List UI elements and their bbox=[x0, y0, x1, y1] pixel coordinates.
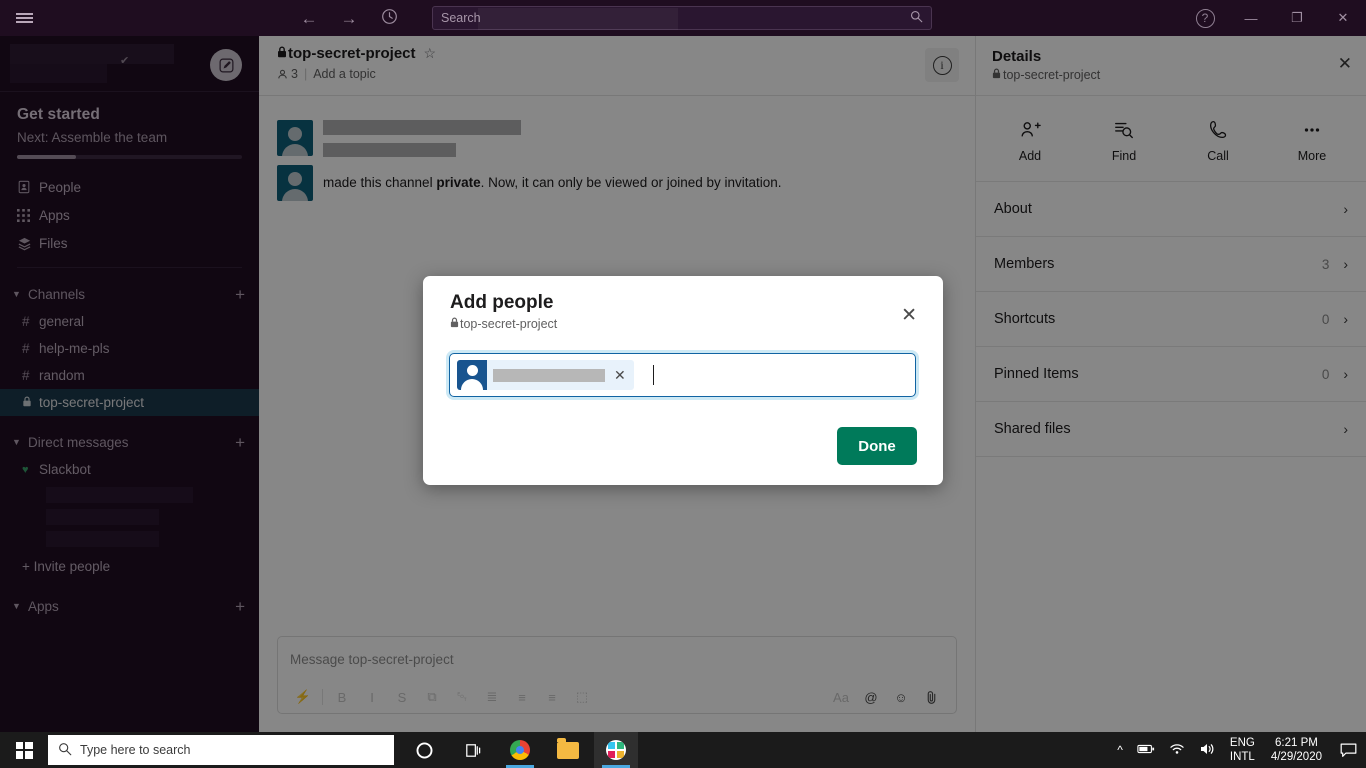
close-dialog-button[interactable]: ✕ bbox=[901, 304, 917, 327]
clock-time: 6:21 PM bbox=[1275, 736, 1318, 749]
chevron-up-icon[interactable]: ^ bbox=[1110, 743, 1130, 757]
close-window-button[interactable]: ✕ bbox=[1320, 0, 1366, 36]
help-button[interactable]: ? bbox=[1182, 0, 1228, 36]
action-center-icon[interactable] bbox=[1330, 732, 1366, 768]
wifi-icon[interactable] bbox=[1162, 742, 1192, 758]
text-cursor bbox=[652, 365, 655, 385]
lang-line-1: ENG bbox=[1229, 736, 1255, 749]
taskbar-search-placeholder: Type here to search bbox=[80, 743, 191, 757]
maximize-button[interactable]: ❐ bbox=[1274, 0, 1320, 36]
lock-icon bbox=[450, 317, 459, 331]
dialog-title: Add people bbox=[450, 292, 554, 313]
add-people-dialog: Add people top-secret-project ✕ ✕ Done bbox=[423, 276, 943, 485]
clock-date: 4/29/2020 bbox=[1270, 751, 1322, 763]
slack-desktop-window: ← → Search ? — ❐ ✕ ✔ Get started Next: A… bbox=[0, 0, 1366, 768]
title-bar: ← → Search ? — ❐ ✕ bbox=[0, 0, 1366, 36]
slack-icon[interactable] bbox=[594, 732, 638, 768]
file-explorer-icon[interactable] bbox=[546, 732, 590, 768]
forward-arrow-icon[interactable]: → bbox=[340, 10, 358, 27]
selected-person-pill: ✕ bbox=[457, 360, 634, 390]
remove-person-button[interactable]: ✕ bbox=[611, 367, 629, 384]
battery-icon[interactable] bbox=[1130, 743, 1162, 758]
search-redaction bbox=[478, 8, 678, 30]
clock[interactable]: 6:21 PM 4/29/2020 bbox=[1263, 736, 1330, 765]
dialog-subtitle: top-secret-project bbox=[450, 317, 557, 331]
keyboard-language-indicator[interactable]: ENG INTL bbox=[1222, 736, 1263, 765]
clock-icon[interactable] bbox=[380, 8, 398, 28]
windows-start-icon[interactable] bbox=[0, 732, 48, 768]
windows-taskbar: Type here to search ^ ENG INTL 6:21 PM 4… bbox=[0, 732, 1366, 768]
back-arrow-icon[interactable]: ← bbox=[300, 10, 318, 27]
history-nav-group: ← → bbox=[300, 8, 398, 28]
person-avatar-icon bbox=[457, 360, 487, 390]
chrome-icon[interactable] bbox=[498, 732, 542, 768]
help-icon: ? bbox=[1195, 8, 1215, 28]
search-icon bbox=[58, 742, 72, 759]
person-name-redaction bbox=[493, 368, 605, 382]
volume-icon[interactable] bbox=[1192, 742, 1222, 759]
dialog-channel-name: top-secret-project bbox=[460, 317, 558, 331]
taskbar-search-input[interactable]: Type here to search bbox=[48, 735, 394, 765]
window-controls: ? — ❐ ✕ bbox=[1182, 0, 1366, 36]
add-people-input[interactable]: ✕ bbox=[449, 353, 916, 397]
search-icon bbox=[910, 10, 923, 26]
lang-line-2: INTL bbox=[1229, 751, 1255, 763]
done-button[interactable]: Done bbox=[837, 427, 917, 465]
minimize-button[interactable]: — bbox=[1228, 0, 1274, 36]
task-view-icon[interactable] bbox=[450, 732, 494, 768]
taskbar-icons bbox=[402, 732, 638, 768]
hamburger-menu-icon[interactable] bbox=[0, 0, 48, 36]
search-input[interactable]: Search bbox=[432, 6, 932, 30]
cortana-circle-icon[interactable] bbox=[402, 732, 446, 768]
system-tray: ^ ENG INTL 6:21 PM 4/29/2020 bbox=[1110, 732, 1366, 768]
